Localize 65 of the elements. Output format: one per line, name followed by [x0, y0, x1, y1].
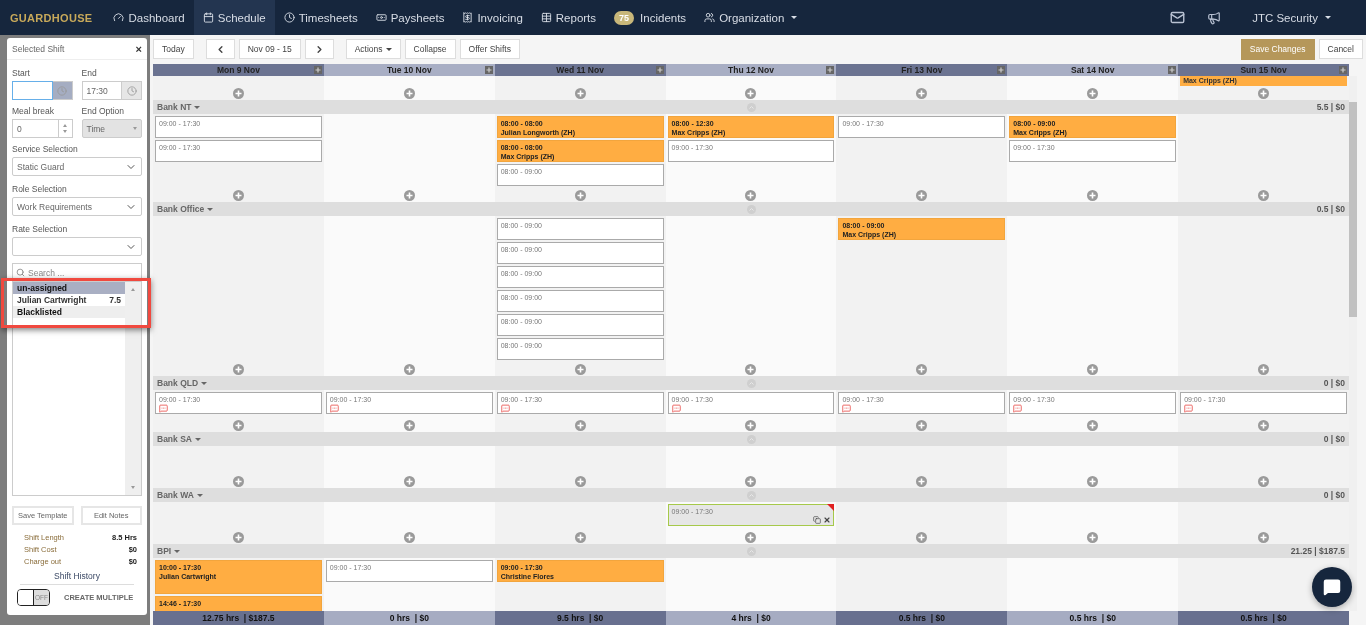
date-range-button[interactable]: Nov 09 - 15 — [238, 39, 301, 59]
group-name[interactable]: Bank QLD — [157, 378, 747, 388]
group-name[interactable]: Bank SA — [157, 434, 747, 444]
field-label: End Option — [81, 106, 126, 116]
day-total: 0.5 hrs | $0 — [1007, 611, 1179, 625]
nav-item[interactable]: Dashboard — [104, 0, 194, 35]
group-header[interactable]: Bank NT 5.5 | $0 — [153, 100, 1349, 114]
group-total: 0 | $0 — [1323, 378, 1345, 388]
dropdown-field[interactable]: Static Guard — [12, 157, 142, 176]
nav-item[interactable]: 75 Incidents — [605, 0, 696, 35]
nav-item[interactable]: Schedule — [193, 0, 275, 35]
day-header: Sat 14 Nov — [1007, 64, 1179, 76]
day-total: 0.5 hrs | $0 — [836, 611, 1008, 625]
day-total: 9.5 hrs | $0 — [494, 611, 666, 625]
day-header: Thu 12 Nov — [665, 64, 837, 76]
nav-item[interactable]: Invoicing — [453, 0, 532, 35]
group-header[interactable]: Bank Office 0.5 | $0 — [153, 202, 1349, 216]
day-header: Wed 11 Nov — [494, 64, 666, 76]
shift-history-link[interactable]: Shift History — [20, 569, 134, 585]
panel-title: Selected Shift — [12, 43, 65, 54]
day-header: Tue 10 Nov — [323, 64, 495, 76]
day-total: 4 hrs | $0 — [665, 611, 837, 625]
day-total: 12.75 hrs | $187.5 — [153, 611, 324, 625]
group-total: 0.5 | $0 — [1316, 204, 1345, 214]
day-total: 0.5 hrs | $0 — [1178, 611, 1349, 625]
group-total: 5.5 | $0 — [1316, 102, 1345, 112]
group-total: 0 | $0 — [1323, 434, 1345, 444]
nav-item[interactable]: Reports — [531, 0, 606, 35]
group-total: 21.25 | $187.5 — [1290, 546, 1345, 556]
today-button[interactable]: Today — [153, 39, 194, 59]
list-group-heading: un-assigned — [13, 282, 125, 294]
day-header: Sun 15 Nov — [1178, 64, 1349, 76]
group-name[interactable]: Bank Office — [157, 204, 747, 214]
user-menu[interactable]: JTC Security — [1243, 11, 1340, 24]
group-total: 0 | $0 — [1323, 490, 1345, 500]
field-label: Rate Selection — [12, 224, 69, 234]
group-header[interactable]: Bank QLD 0 | $0 — [153, 376, 1349, 390]
group-header[interactable]: Bank WA 0 | $0 — [153, 488, 1349, 502]
count-badge: 75 — [614, 10, 635, 25]
group-name[interactable]: Bank WA — [157, 490, 747, 500]
day-header: Fri 13 Nov — [836, 64, 1008, 76]
group-header[interactable]: Bank SA 0 | $0 — [153, 432, 1349, 446]
group-name[interactable]: Bank NT — [157, 102, 747, 112]
actions-button[interactable]: Actions — [345, 39, 401, 59]
cancel-button[interactable]: Cancel — [1318, 39, 1363, 59]
field-label: End — [81, 68, 98, 78]
group-name[interactable]: BPI — [157, 546, 747, 556]
dropdown-field[interactable]: Work Requirements — [12, 197, 142, 216]
list-group-heading: Blacklisted — [13, 306, 125, 318]
day-total: 0 hrs | $0 — [323, 611, 495, 625]
end-time-field[interactable]: 17:30 — [81, 81, 122, 100]
offer-shifts-button[interactable]: Offer Shifts — [459, 39, 520, 59]
collapse-button[interactable]: Collapse — [404, 39, 456, 59]
day-header: Mon 9 Nov — [153, 64, 324, 76]
close-button[interactable]: × — [135, 42, 142, 55]
logo[interactable]: GUARDHOUSE — [10, 11, 93, 24]
field-label: Meal break — [12, 106, 56, 116]
nav-item[interactable]: Timesheets — [274, 0, 367, 35]
nav-item[interactable]: Organization — [695, 0, 807, 35]
meal-break-field[interactable]: 0 — [12, 119, 59, 138]
field-label: Role Selection — [12, 184, 68, 194]
group-header[interactable]: BPI 21.25 | $187.5 — [153, 544, 1349, 558]
nav-item[interactable]: Paysheets — [366, 0, 454, 35]
field-label: Start — [12, 68, 31, 78]
field-label: Service Selection — [12, 144, 79, 154]
